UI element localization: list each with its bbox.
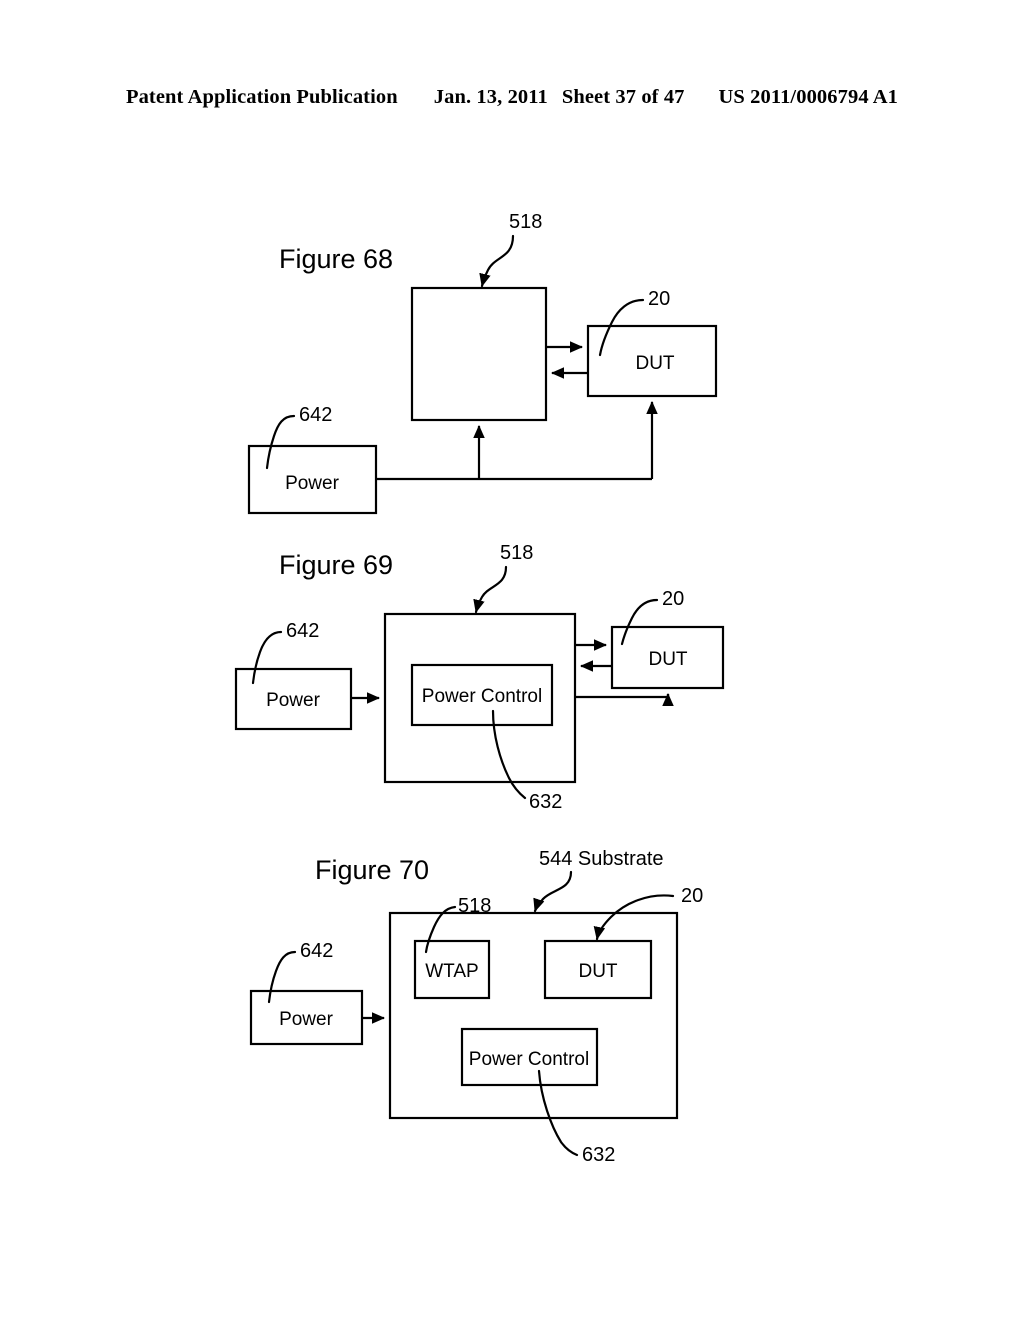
figure-69: Figure 69 518 Power Control 632 DUT 20 P… xyxy=(234,542,725,813)
figure-70-power-control-label: Power Control xyxy=(469,1049,589,1070)
figure-70-wtap-label: WTAP xyxy=(425,961,478,982)
figure-70-dut-label: DUT xyxy=(578,961,617,982)
figure-70: Figure 70 544 Substrate WTAP 518 DUT 20 … xyxy=(249,848,703,1166)
figure-68-title: Figure 68 xyxy=(279,244,393,274)
figure-68-leader-518 xyxy=(479,234,515,288)
figure-70-power-label: Power xyxy=(279,1009,334,1030)
figure-70-ref-544-substrate: 544 Substrate xyxy=(539,848,664,870)
figure-70-ref-632: 632 xyxy=(582,1144,615,1166)
patent-drawing-sheet: Figure 68 518 DUT 20 Power 642 Figure 69 xyxy=(0,0,1024,1320)
figure-69-power-control-label: Power Control xyxy=(422,686,542,707)
figure-70-title: Figure 70 xyxy=(315,855,429,885)
figure-68-ref-518: 518 xyxy=(509,211,542,233)
figure-69-power-label: Power xyxy=(266,690,321,711)
figure-69-ref-632: 632 xyxy=(529,791,562,813)
figure-69-ref-642: 642 xyxy=(286,620,319,642)
figure-69-ref-20: 20 xyxy=(662,588,684,610)
figure-69-leader-518 xyxy=(473,565,508,614)
figure-70-ref-20: 20 xyxy=(681,885,703,907)
figure-68-power-label: Power xyxy=(285,473,340,494)
figure-69-title: Figure 69 xyxy=(279,550,393,580)
figure-69-ref-518: 518 xyxy=(500,542,533,564)
figure-68-dut-label: DUT xyxy=(635,353,674,374)
figure-68-ref-642: 642 xyxy=(299,404,332,426)
figure-69-dut-label: DUT xyxy=(648,649,687,670)
figure-69-power-out-bus xyxy=(575,694,670,699)
figure-70-ref-642: 642 xyxy=(300,940,333,962)
figure-68-ref-20: 20 xyxy=(648,288,670,310)
figure-70-ref-518: 518 xyxy=(458,895,491,917)
figure-68: Figure 68 518 DUT 20 Power 642 xyxy=(247,211,718,515)
figure-70-leader-544 xyxy=(533,870,573,913)
figure-68-wtap-block xyxy=(410,286,548,422)
